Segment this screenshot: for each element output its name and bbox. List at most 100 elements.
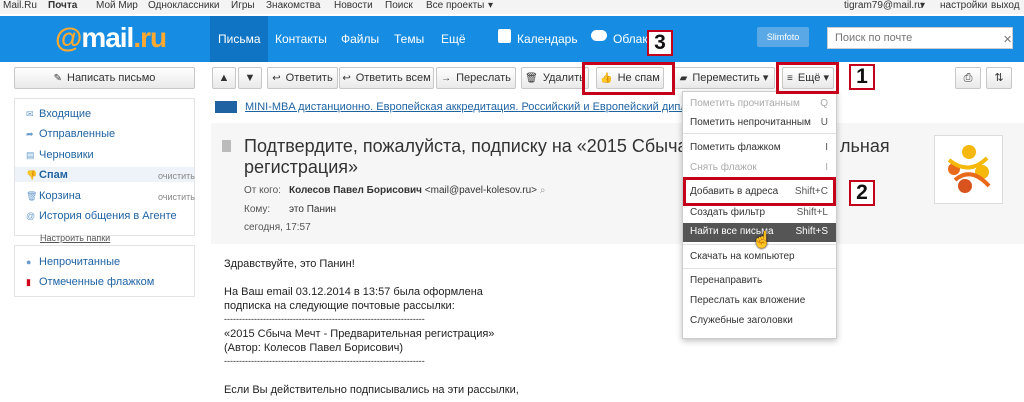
- portal-link-ok[interactable]: Одноклассники: [148, 0, 219, 11]
- body-line: «2015 Сбыча Мечт - Предварительная регис…: [224, 328, 495, 340]
- inbox-icon: ✉: [26, 109, 34, 119]
- pencil-icon: ✎: [53, 73, 62, 84]
- trash-icon: 🗑: [525, 73, 538, 84]
- cloud-icon: [591, 30, 607, 41]
- spam-icon: 👎: [26, 170, 38, 180]
- sidebar-item-label: Спам: [39, 169, 68, 181]
- chevron-down-icon: ▾: [488, 0, 494, 11]
- clear-spam-link[interactable]: очистить: [158, 171, 195, 181]
- prev-message-button[interactable]: ▲: [212, 67, 236, 89]
- arrow-up-icon: ▲: [218, 72, 230, 84]
- logo-text: mail: [81, 22, 134, 53]
- sender-email: <mail@pavel-kolesov.ru>: [424, 185, 538, 196]
- annotation-number-1: 1: [849, 64, 875, 90]
- menu-divider: [683, 268, 836, 269]
- body-line: ----------------------------------------…: [224, 356, 425, 366]
- logout-link[interactable]: выход: [991, 0, 1020, 11]
- portal-link-news[interactable]: Новости: [334, 0, 373, 11]
- sidebar-item-spam[interactable]: 👎 Спам: [26, 169, 68, 181]
- reply-button[interactable]: ↩ Ответить: [267, 67, 338, 89]
- sender-logo-icon: [947, 145, 991, 193]
- chevron-down-icon: ▾: [762, 72, 769, 84]
- portal-link-mail[interactable]: Почта: [48, 0, 77, 11]
- unread-dot-icon: ●: [26, 257, 32, 267]
- calendar-icon: [498, 29, 511, 43]
- close-icon[interactable]: ✕: [1003, 33, 1012, 46]
- reply-all-button[interactable]: ↩ Ответить всем: [339, 67, 434, 89]
- body-line: (Автор: Колесов Павел Борисович): [224, 342, 404, 354]
- ad-banner-link[interactable]: MINI-MBA дистанционно. Европейская аккре…: [245, 101, 709, 113]
- portal-link-mymir[interactable]: Мой Мир: [96, 0, 138, 11]
- hand-cursor-icon: ☝: [752, 232, 772, 249]
- nav-contacts[interactable]: Контакты: [275, 32, 327, 46]
- to-value: это Панин: [289, 204, 337, 215]
- sidebar-item-label: Входящие: [39, 108, 92, 120]
- portal-link-search[interactable]: Поиск: [385, 0, 413, 11]
- agent-icon: @: [26, 211, 36, 221]
- nav-more[interactable]: Ещё: [441, 32, 466, 46]
- annotation-box-2: [683, 177, 836, 206]
- search-icon[interactable]: ⌕: [540, 185, 546, 196]
- sidebar-item-inbox[interactable]: ✉ Входящие: [26, 108, 91, 120]
- slimfoto-button[interactable]: Slimfoto: [757, 27, 809, 47]
- menu-item-forward-attachment[interactable]: Переслать как вложение: [690, 295, 805, 306]
- expand-button[interactable]: ⇅: [986, 67, 1012, 89]
- subject-line-1-tail: льная: [840, 136, 890, 156]
- from-value[interactable]: Колесов Павел Борисович <mail@pavel-kole…: [289, 185, 545, 196]
- reply-all-icon: ↩: [342, 73, 351, 84]
- menu-shortcut: Q: [820, 98, 828, 109]
- sidebar-item-label: История общения в Агенте: [39, 210, 177, 222]
- ad-logo-icon: [215, 101, 237, 113]
- flag-icon[interactable]: [222, 140, 231, 152]
- nav-calendar[interactable]: Календарь: [517, 32, 578, 46]
- menu-item-download[interactable]: Скачать на компьютер: [690, 251, 795, 262]
- sidebar-item-unread[interactable]: ● Непрочитанные: [26, 256, 120, 268]
- portal-link-games[interactable]: Игры: [231, 0, 255, 11]
- search-input[interactable]: [827, 27, 1013, 49]
- menu-item-service-headers[interactable]: Служебные заголовки: [690, 315, 793, 326]
- from-label: От кого:: [244, 185, 281, 196]
- nav-files[interactable]: Файлы: [341, 32, 379, 46]
- menu-shortcut: Shift+L: [796, 207, 828, 218]
- sidebar-item-trash[interactable]: 🗑 Корзина: [26, 190, 81, 202]
- forward-button[interactable]: → Переслать: [436, 67, 516, 89]
- mailru-logo[interactable]: @mail.ru: [55, 22, 167, 54]
- compose-button[interactable]: ✎ Написать письмо: [14, 67, 195, 89]
- folder-icon: ▰: [679, 73, 688, 84]
- subject-line-1: Подтвердите, пожалуйста, подписку на «20…: [244, 136, 708, 156]
- message-date: сегодня, 17:57: [244, 222, 311, 233]
- body-line: ----------------------------------------…: [224, 314, 425, 324]
- settings-link[interactable]: настройки: [940, 0, 987, 11]
- user-email[interactable]: tigram79@mail.ru: [844, 0, 923, 11]
- move-button[interactable]: ▰ Переместить ▾: [673, 67, 775, 89]
- delete-button[interactable]: 🗑 Удалить: [521, 67, 589, 89]
- menu-item-unflag[interactable]: Снять флажок: [690, 162, 757, 173]
- setup-folders-link[interactable]: Настроить папки: [40, 233, 110, 243]
- sidebar-item-label: Непрочитанные: [39, 256, 121, 268]
- next-message-button[interactable]: ▼: [238, 67, 262, 89]
- body-line: Если Вы действительно подписывались на э…: [224, 384, 519, 396]
- sidebar-item-label: Корзина: [39, 190, 81, 202]
- sidebar-item-agent-history[interactable]: @ История общения в Агенте: [26, 210, 177, 222]
- menu-item-redirect[interactable]: Перенаправить: [690, 275, 762, 286]
- reply-all-label: Ответить всем: [355, 72, 431, 84]
- nav-topics[interactable]: Темы: [394, 32, 424, 46]
- menu-shortcut: I: [825, 162, 828, 173]
- menu-item-mark-read[interactable]: Пометить прочитанным: [690, 98, 800, 109]
- sidebar-item-sent[interactable]: ➦ Отправленные: [26, 128, 115, 140]
- menu-item-create-filter[interactable]: Создать фильтр: [690, 207, 765, 218]
- portal-link-dating[interactable]: Знакомства: [266, 0, 320, 11]
- menu-item-mark-unread[interactable]: Пометить непрочитанным: [690, 117, 811, 128]
- sidebar-item-drafts[interactable]: ▤ Черновики: [26, 149, 94, 161]
- clear-trash-link[interactable]: очистить: [158, 192, 195, 202]
- forward-icon: →: [441, 73, 452, 84]
- nav-letters[interactable]: Письма: [218, 32, 261, 46]
- sidebar-item-flagged[interactable]: ▮ Отмеченные флажком: [26, 276, 154, 288]
- reply-icon: ↩: [272, 73, 281, 84]
- portal-link-all-projects[interactable]: Все проекты: [426, 0, 484, 11]
- menu-item-flag[interactable]: Пометить флажком: [690, 142, 781, 153]
- print-button[interactable]: ⎙: [955, 67, 981, 89]
- annotation-number-3: 3: [647, 30, 673, 56]
- chevron-down-icon: ▾: [920, 0, 926, 11]
- portal-link-mailru[interactable]: Mail.Ru: [3, 0, 37, 11]
